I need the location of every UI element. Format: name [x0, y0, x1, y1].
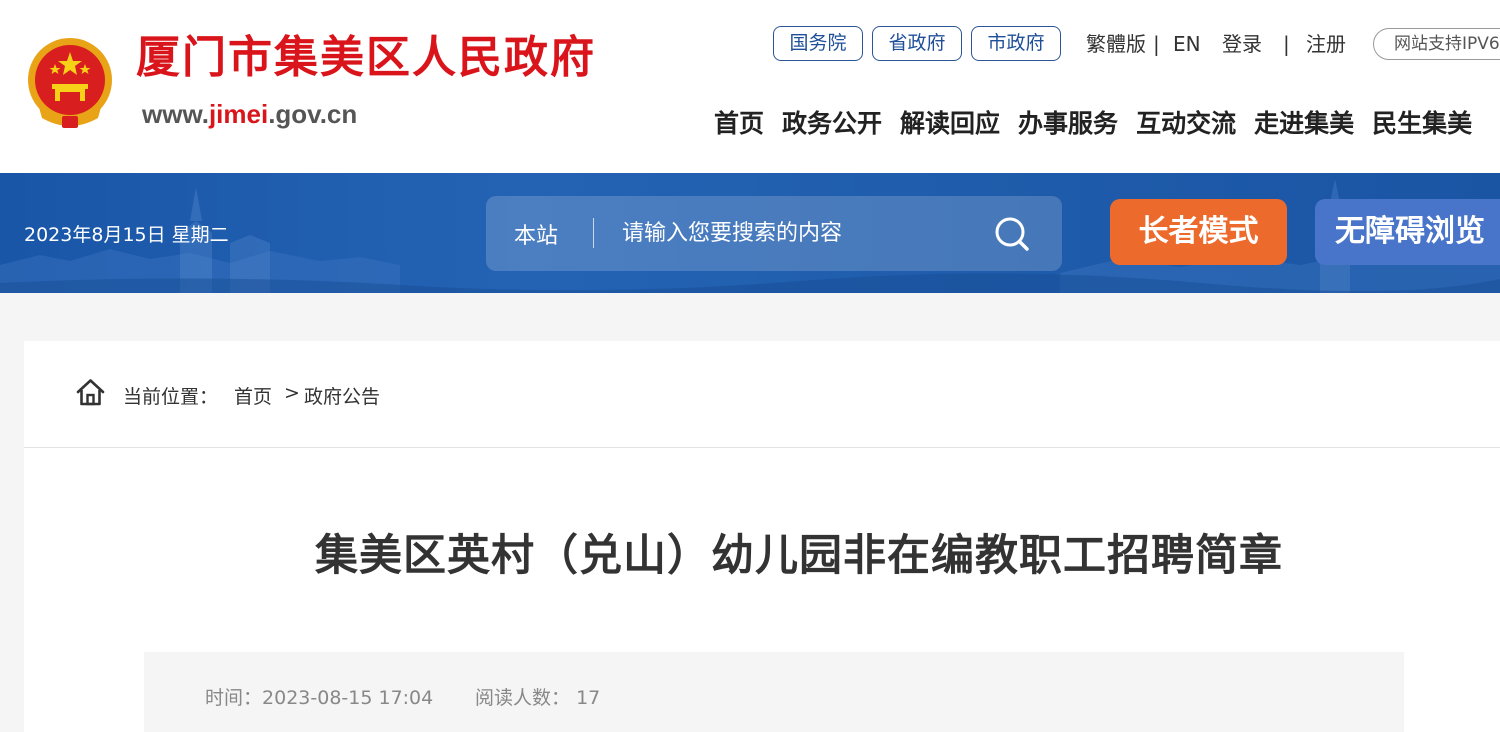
search-divider — [593, 218, 594, 248]
search-icon[interactable] — [991, 214, 1033, 254]
search-box: 本站 — [486, 196, 1062, 271]
search-scope-selector[interactable]: 本站 — [514, 218, 558, 250]
ipv6-badge: 网站支持IPV6 — [1373, 28, 1500, 60]
nav-item-gov-affairs[interactable]: 政务公开 — [782, 106, 882, 142]
province-gov-link[interactable]: 省政府 — [872, 26, 962, 61]
home-icon[interactable] — [75, 378, 106, 406]
site-header: 厦门市集美区人民政府 www.jimei.gov.cn 国务院 省政府 市政府 … — [0, 0, 1500, 173]
article-panel: 当前位置： 首页 > 政府公告 集美区英村（兑山）幼儿园非在编教职工招聘简章 时… — [24, 341, 1500, 732]
nav-item-interaction[interactable]: 互动交流 — [1136, 106, 1236, 142]
view-count-value: 17 — [576, 687, 601, 709]
article-title: 集美区英村（兑山）幼儿园非在编教职工招聘简章 — [315, 531, 1283, 581]
search-banner: 2023年8月15日 星期二 本站 长者模式 无障碍浏览 — [0, 173, 1500, 293]
elder-mode-button[interactable]: 长者模式 — [1110, 199, 1287, 265]
nav-item-interpretation[interactable]: 解读回应 — [900, 106, 1000, 142]
english-link[interactable]: EN — [1173, 30, 1201, 58]
breadcrumb-separator: > — [284, 382, 300, 404]
article-meta: 时间：2023-08-15 17:04 阅读人数： 17 — [144, 652, 1404, 732]
top-link-separator: | — [1283, 32, 1290, 56]
view-count-label: 阅读人数： — [475, 687, 571, 709]
breadcrumb: 当前位置： 首页 > 政府公告 — [24, 341, 1500, 448]
nav-item-services[interactable]: 办事服务 — [1018, 106, 1118, 142]
accessibility-button[interactable]: 无障碍浏览 — [1315, 199, 1500, 265]
national-emblem-icon[interactable] — [24, 34, 116, 132]
main-nav: 首页 政务公开 解读回应 办事服务 互动交流 走进集美 民生集美 — [714, 106, 1490, 142]
traditional-chinese-link[interactable]: 繁體版 — [1086, 30, 1146, 58]
site-domain-suffix: .gov.cn — [268, 99, 358, 129]
breadcrumb-home-link[interactable]: 首页 — [234, 382, 272, 409]
city-gov-link[interactable]: 市政府 — [971, 26, 1061, 61]
nav-item-livelihood[interactable]: 民生集美 — [1372, 106, 1472, 142]
breadcrumb-label: 当前位置： — [123, 386, 219, 408]
state-council-link[interactable]: 国务院 — [773, 26, 863, 61]
site-domain-prefix: www. — [142, 99, 209, 129]
publish-time-value: 2023-08-15 17:04 — [262, 687, 434, 709]
current-date: 2023年8月15日 星期二 — [24, 224, 229, 246]
top-link-separator: | — [1153, 32, 1160, 56]
publish-time: 时间：2023-08-15 17:04 — [205, 683, 433, 710]
publish-time-label: 时间： — [205, 687, 263, 709]
site-title[interactable]: 厦门市集美区人民政府 — [136, 36, 596, 80]
login-link[interactable]: 登录 — [1222, 30, 1262, 58]
site-domain-accent: jimei — [208, 99, 269, 129]
site-domain: www.jimei.gov.cn — [142, 99, 357, 130]
search-input[interactable] — [622, 214, 982, 252]
view-count: 阅读人数： 17 — [475, 683, 600, 710]
nav-item-home[interactable]: 首页 — [714, 106, 764, 142]
breadcrumb-announcements-link[interactable]: 政府公告 — [304, 382, 380, 409]
nav-item-about-jimei[interactable]: 走进集美 — [1254, 106, 1354, 142]
register-link[interactable]: 注册 — [1306, 30, 1346, 58]
